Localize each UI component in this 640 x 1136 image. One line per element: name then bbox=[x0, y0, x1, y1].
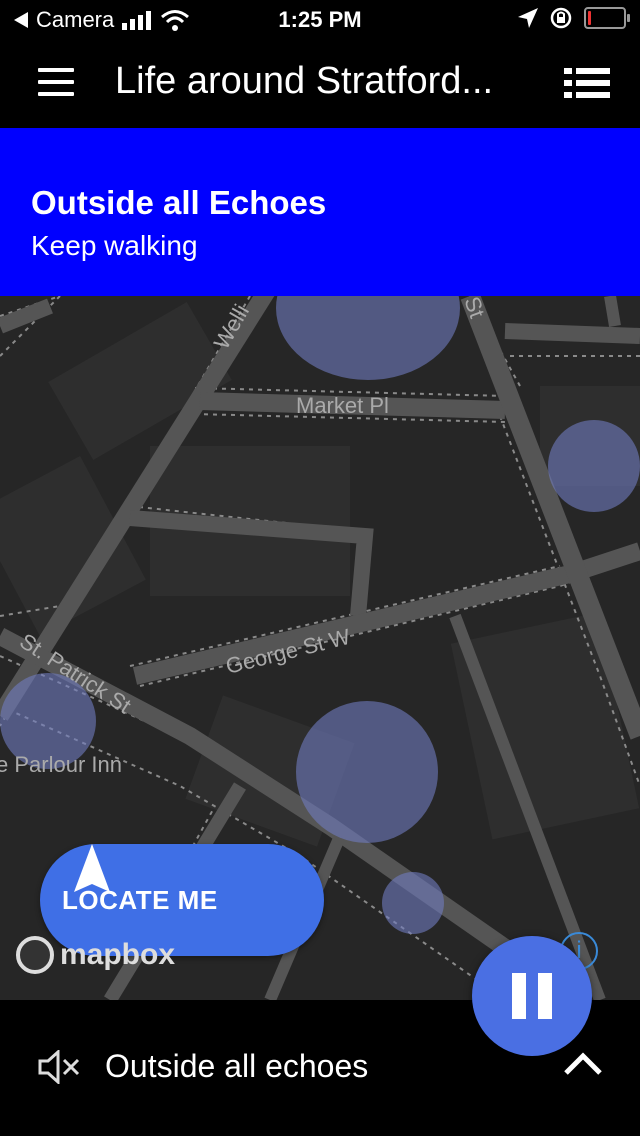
mapbox-label: mapbox bbox=[60, 938, 176, 971]
banner-title: Outside all Echoes bbox=[31, 184, 327, 221]
pause-icon-left-bar bbox=[512, 973, 526, 1019]
nav-bar: Life around Stratford... bbox=[0, 40, 640, 128]
status-right bbox=[518, 7, 630, 29]
pause-button[interactable] bbox=[472, 936, 592, 1056]
location-arrow-icon bbox=[518, 8, 538, 28]
battery-icon bbox=[584, 7, 630, 29]
menu-icon[interactable] bbox=[38, 68, 74, 96]
banner-subtitle: Keep walking bbox=[31, 230, 198, 261]
speaker-muted-icon[interactable] bbox=[38, 1050, 80, 1084]
list-view-icon[interactable] bbox=[564, 68, 610, 98]
street-label-market-pl: Market Pl bbox=[296, 393, 389, 418]
chevron-up-icon[interactable] bbox=[563, 1052, 603, 1076]
current-echo-label: Outside all echoes bbox=[105, 1048, 369, 1084]
map-view[interactable]: Welli Market Pl George St W St. Patrick … bbox=[0, 296, 640, 1000]
pause-icon-right-bar bbox=[538, 973, 552, 1019]
mapbox-icon bbox=[16, 936, 54, 974]
status-banner: Outside all Echoes Keep walking bbox=[0, 128, 640, 296]
mapbox-logo[interactable]: mapbox bbox=[16, 936, 175, 974]
navigation-arrow-icon bbox=[74, 844, 110, 892]
orientation-lock-icon bbox=[550, 7, 572, 29]
status-bar: Camera 1:25 PM bbox=[0, 0, 640, 40]
page-title: Life around Stratford... bbox=[115, 60, 494, 102]
place-label-parlour-inn: e Parlour Inn bbox=[0, 752, 122, 777]
